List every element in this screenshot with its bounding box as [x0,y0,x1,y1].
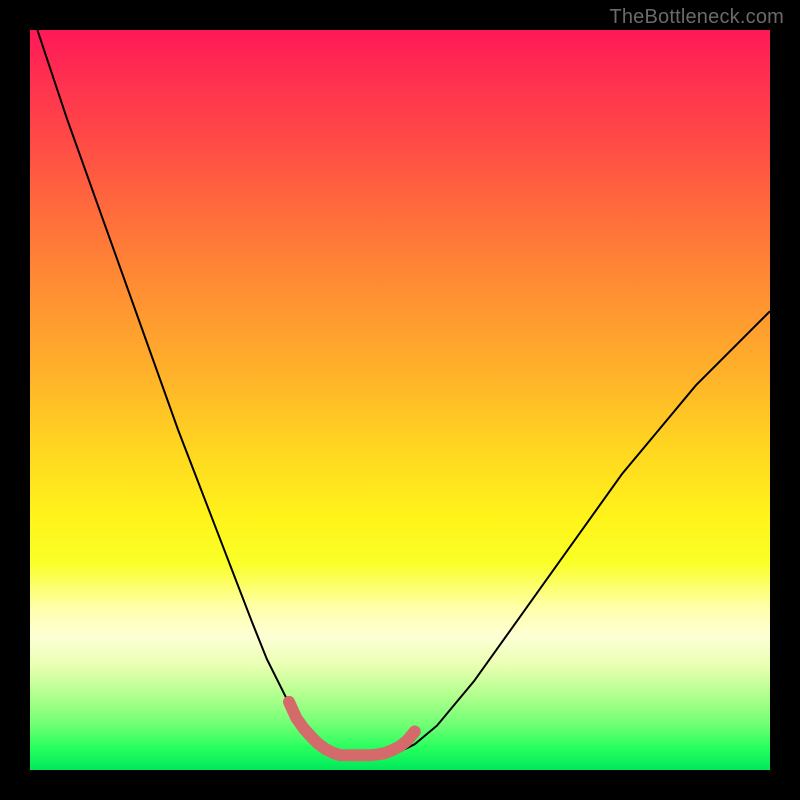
watermark-text: TheBottleneck.com [609,6,784,29]
bottleneck-curve [37,30,770,755]
optimal-range-highlight [289,702,415,755]
plot-area [30,30,770,770]
chart-svg [30,30,770,770]
chart-frame: TheBottleneck.com [0,0,800,800]
